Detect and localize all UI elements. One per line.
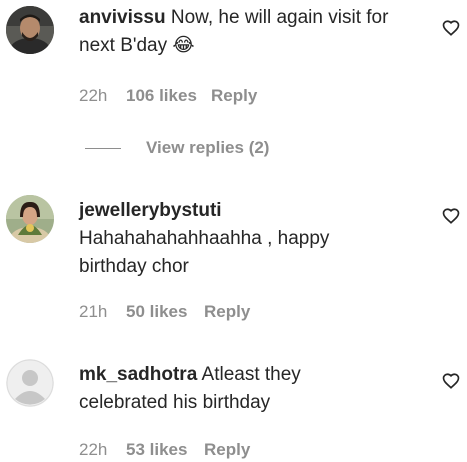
default-avatar-icon[interactable] [6, 359, 54, 407]
comment-meta: 22h 53 likes Reply [79, 440, 250, 460]
laughing-emoji-icon: 😂 [172, 35, 195, 56]
comment-text: Now, he will again visit for [170, 7, 389, 28]
avatar[interactable] [6, 195, 54, 243]
comment-time: 21h [79, 302, 108, 321]
reply-button[interactable]: Reply [204, 440, 250, 460]
likes-count[interactable]: 106 likes [126, 86, 211, 106]
comment-time: 22h [79, 86, 108, 105]
comment-username[interactable]: anvivissu [79, 7, 166, 28]
likes-count[interactable]: 53 likes [126, 440, 204, 460]
comment-text: Hahahahahahhaahha , happy [79, 228, 330, 249]
comment-text-cont: next B'day [79, 35, 168, 56]
reply-button[interactable]: Reply [204, 302, 250, 322]
user-photo [6, 6, 54, 54]
comment-text: Atleast they [201, 364, 301, 385]
comment-meta: 21h 50 likes Reply [79, 302, 250, 322]
heart-icon[interactable] [442, 19, 460, 37]
heart-icon[interactable] [442, 372, 460, 390]
replies-divider [85, 148, 121, 149]
comment-body: mk_sadhotra Atleast they celebrated his … [79, 361, 429, 417]
comment-username[interactable]: mk_sadhotra [79, 364, 197, 385]
comment-text-cont: celebrated his birthday [79, 392, 271, 413]
comment-meta: 22h 106 likes Reply [79, 86, 257, 106]
avatar[interactable] [6, 6, 54, 54]
comment-body: anvivissu Now, he will again visit for n… [79, 4, 429, 60]
comment-text-cont: birthday chor [79, 256, 189, 277]
reply-button[interactable]: Reply [211, 86, 257, 106]
comment-username[interactable]: jewellerybystuti [79, 200, 222, 221]
view-replies-link[interactable]: View replies (2) [146, 138, 269, 158]
comment-body: jewellerybystuti Hahahahahahhaahha , hap… [79, 197, 429, 281]
comment-time: 22h [79, 440, 108, 459]
user-photo [6, 195, 54, 243]
likes-count[interactable]: 50 likes [126, 302, 204, 322]
heart-icon[interactable] [442, 207, 460, 225]
